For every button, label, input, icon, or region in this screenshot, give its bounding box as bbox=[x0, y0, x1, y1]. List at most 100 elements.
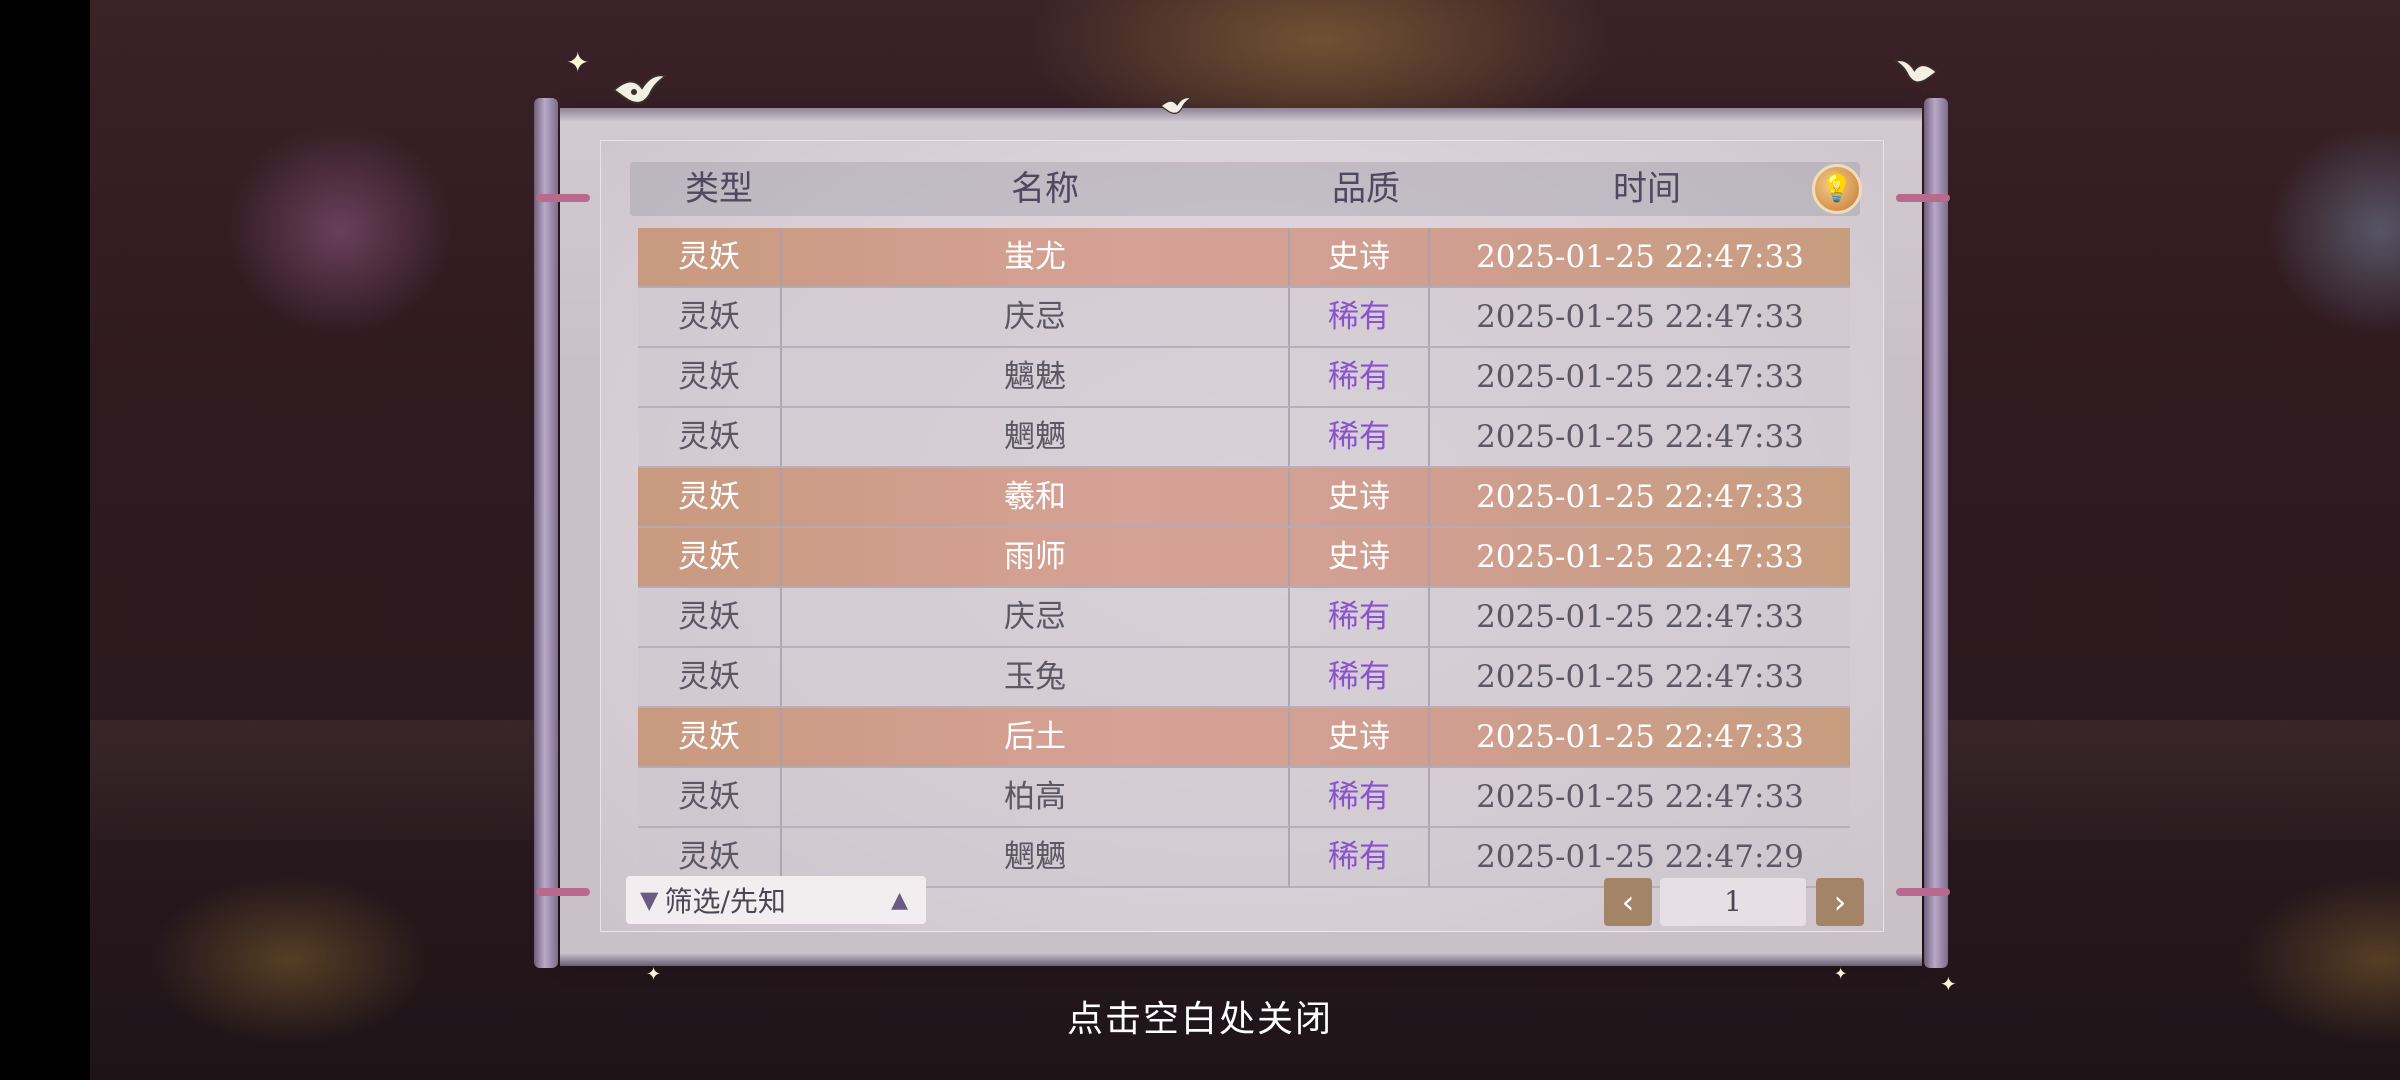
cell-type: 灵妖 bbox=[678, 299, 740, 335]
column-divider bbox=[780, 408, 782, 466]
column-divider bbox=[1288, 228, 1290, 286]
caret-up-icon: ▲ bbox=[891, 887, 908, 913]
scroll-rod-right bbox=[1924, 98, 1948, 968]
cell-time: 2025-01-25 22:47:33 bbox=[1476, 599, 1804, 635]
column-divider bbox=[1428, 288, 1430, 346]
column-divider bbox=[1428, 588, 1430, 646]
cell-quality: 稀有 bbox=[1328, 839, 1390, 875]
cell-type: 灵妖 bbox=[678, 359, 740, 395]
cell-time: 2025-01-25 22:47:33 bbox=[1476, 419, 1804, 455]
cell-quality: 史诗 bbox=[1328, 719, 1390, 755]
cell-quality: 稀有 bbox=[1328, 779, 1390, 815]
rod-pin bbox=[1896, 194, 1950, 202]
swallow-icon bbox=[1160, 97, 1192, 114]
scroll-bottom-edge bbox=[560, 952, 1922, 966]
cell-type: 灵妖 bbox=[678, 419, 740, 455]
cell-type: 灵妖 bbox=[678, 599, 740, 635]
table-row: 灵妖 魑魅 稀有 2025-01-25 22:47:33 bbox=[638, 348, 1850, 408]
cell-type: 灵妖 bbox=[678, 479, 740, 515]
cell-quality: 史诗 bbox=[1328, 479, 1390, 515]
cell-type: 灵妖 bbox=[678, 659, 740, 695]
cell-name: 庆忌 bbox=[1004, 299, 1066, 335]
column-divider bbox=[780, 528, 782, 586]
column-divider bbox=[1288, 348, 1290, 406]
cell-name: 蚩尤 bbox=[1004, 239, 1066, 275]
column-divider bbox=[780, 228, 782, 286]
cell-time: 2025-01-25 22:47:33 bbox=[1476, 779, 1804, 815]
column-divider bbox=[780, 768, 782, 826]
cell-time: 2025-01-25 22:47:33 bbox=[1476, 299, 1804, 335]
column-divider bbox=[1428, 768, 1430, 826]
cell-time: 2025-01-25 22:47:33 bbox=[1476, 539, 1804, 575]
column-divider bbox=[1288, 708, 1290, 766]
rod-pin bbox=[1896, 888, 1950, 896]
header-name: 名称 bbox=[1011, 169, 1079, 209]
header-time: 时间 bbox=[1613, 169, 1681, 209]
cell-type: 灵妖 bbox=[678, 719, 740, 755]
table-row: 灵妖 柏高 稀有 2025-01-25 22:47:33 bbox=[638, 768, 1850, 828]
table-row: 灵妖 蚩尤 史诗 2025-01-25 22:47:33 bbox=[638, 228, 1850, 288]
filter-label: 筛选/先知 bbox=[664, 885, 786, 918]
column-divider bbox=[1288, 288, 1290, 346]
swallow-icon bbox=[612, 74, 668, 104]
cell-time: 2025-01-25 22:47:33 bbox=[1476, 659, 1804, 695]
table-row: 灵妖 雨师 史诗 2025-01-25 22:47:33 bbox=[638, 528, 1850, 588]
cell-name: 庆忌 bbox=[1004, 599, 1066, 635]
sparkle-icon: ✦ bbox=[646, 964, 662, 985]
column-divider bbox=[1288, 408, 1290, 466]
cell-time: 2025-01-25 22:47:33 bbox=[1476, 479, 1804, 515]
rod-pin bbox=[536, 888, 590, 896]
column-divider bbox=[1428, 648, 1430, 706]
cell-name: 玉兔 bbox=[1004, 659, 1066, 695]
column-divider bbox=[780, 708, 782, 766]
cell-quality: 稀有 bbox=[1328, 419, 1390, 455]
close-hint: 点击空白处关闭 bbox=[1066, 999, 1333, 1040]
column-divider bbox=[1288, 828, 1290, 886]
sparkle-icon: ✦ bbox=[566, 46, 590, 79]
swallow-icon bbox=[1894, 59, 1938, 83]
column-divider bbox=[1288, 648, 1290, 706]
next-page-button[interactable]: › bbox=[1816, 878, 1864, 926]
table-row: 灵妖 后土 史诗 2025-01-25 22:47:33 bbox=[638, 708, 1850, 768]
column-divider bbox=[1428, 708, 1430, 766]
header-type: 类型 bbox=[685, 169, 753, 209]
column-divider bbox=[1428, 228, 1430, 286]
column-divider bbox=[1428, 408, 1430, 466]
column-divider bbox=[1428, 528, 1430, 586]
cell-name: 魍魉 bbox=[1004, 419, 1066, 455]
prev-page-button[interactable]: ‹ bbox=[1604, 878, 1652, 926]
scroll-rod-left bbox=[534, 98, 558, 968]
cell-name: 羲和 bbox=[1004, 479, 1066, 515]
table-row: 灵妖 羲和 史诗 2025-01-25 22:47:33 bbox=[638, 468, 1850, 528]
cell-name: 后土 bbox=[1004, 719, 1066, 755]
cell-quality: 稀有 bbox=[1328, 359, 1390, 395]
cell-quality: 稀有 bbox=[1328, 599, 1390, 635]
cell-time: 2025-01-25 22:47:33 bbox=[1476, 719, 1804, 755]
table-row: 灵妖 庆忌 稀有 2025-01-25 22:47:33 bbox=[638, 288, 1850, 348]
column-divider bbox=[780, 648, 782, 706]
column-divider bbox=[1288, 528, 1290, 586]
column-divider bbox=[1288, 588, 1290, 646]
cell-time: 2025-01-25 22:47:33 bbox=[1476, 359, 1804, 395]
table-row: 灵妖 玉兔 稀有 2025-01-25 22:47:33 bbox=[638, 648, 1850, 708]
filter-dropdown[interactable]: ▼ 筛选/先知 ▲ bbox=[626, 876, 926, 924]
cell-name: 魑魅 bbox=[1004, 359, 1066, 395]
cell-type: 灵妖 bbox=[678, 539, 740, 575]
column-divider bbox=[780, 468, 782, 526]
table-row: 灵妖 魍魉 稀有 2025-01-25 22:47:33 bbox=[638, 408, 1850, 468]
column-divider bbox=[1288, 768, 1290, 826]
page-number: 1 bbox=[1660, 878, 1806, 926]
cell-time: 2025-01-25 22:47:33 bbox=[1476, 239, 1804, 275]
column-divider bbox=[780, 348, 782, 406]
cell-type: 灵妖 bbox=[678, 779, 740, 815]
cell-quality: 稀有 bbox=[1328, 299, 1390, 335]
cell-quality: 史诗 bbox=[1328, 539, 1390, 575]
column-divider bbox=[1288, 468, 1290, 526]
table-row: 灵妖 庆忌 稀有 2025-01-25 22:47:33 bbox=[638, 588, 1850, 648]
column-divider bbox=[1428, 468, 1430, 526]
column-divider bbox=[780, 588, 782, 646]
cell-name: 柏高 bbox=[1004, 779, 1066, 815]
lightbulb-icon[interactable]: 💡 bbox=[1812, 164, 1862, 214]
column-divider bbox=[1428, 348, 1430, 406]
column-divider bbox=[780, 288, 782, 346]
